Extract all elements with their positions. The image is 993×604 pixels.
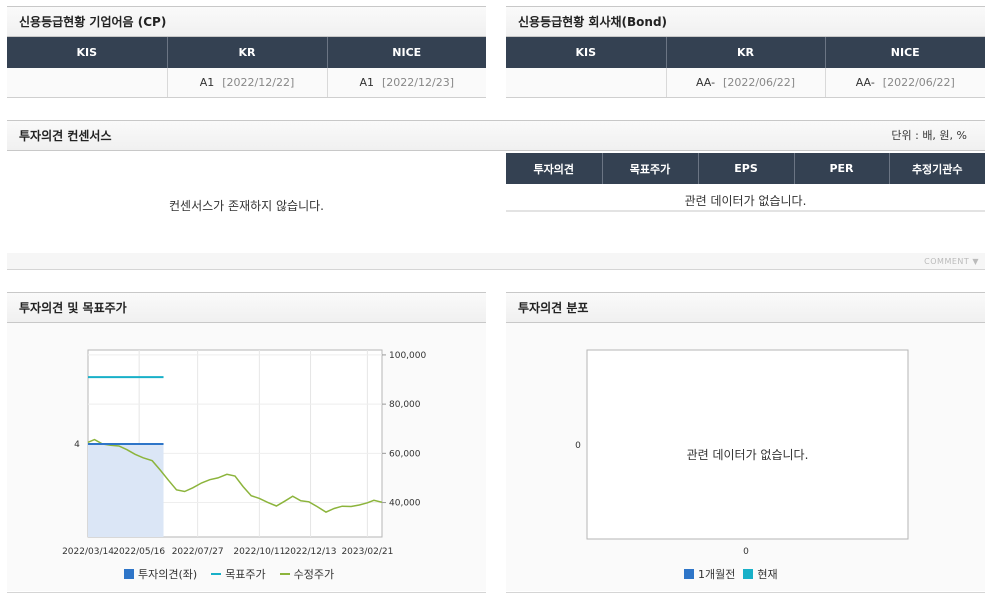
legend-item-adjusted-price[interactable]: 수정주가 xyxy=(279,566,335,582)
consensus-header-opinion: 투자의견 xyxy=(506,153,603,184)
bond-cell-kr: AA- [2022/06/22] xyxy=(666,68,826,98)
distribution-title-text: 투자의견 분포 xyxy=(518,301,589,315)
y-axis-right-labels: 100,000 80,000 60,000 40,000 xyxy=(382,351,426,509)
opinion-chart-title-text: 투자의견 및 목표주가 xyxy=(19,301,127,315)
consensus-header-eps: EPS xyxy=(698,153,795,184)
cp-header-kis: KIS xyxy=(7,37,168,68)
rating-date: [2022/12/22] xyxy=(222,75,295,89)
bond-rating-title-text: 신용등급현황 회사채(Bond) xyxy=(518,15,668,29)
consensus-title-text: 투자의견 컨센서스 xyxy=(19,129,112,143)
y-axis-right-tick: 60,000 xyxy=(389,449,421,459)
consensus-header-per: PER xyxy=(794,153,890,184)
legend-label: 현재 xyxy=(757,568,778,581)
unit-label: 단위 : 배, 원, % xyxy=(891,129,967,142)
x-axis-tick: 2022/03/14 xyxy=(62,547,114,557)
legend-swatch xyxy=(124,569,134,579)
distribution-no-data: 관련 데이터가 없습니다. xyxy=(686,448,809,462)
consensus-no-data: 관련 데이터가 없습니다. xyxy=(684,194,807,208)
rating-grade: AA- xyxy=(855,75,875,89)
legend-swatch xyxy=(684,569,694,579)
cp-rating-title: 신용등급현황 기업어음 (CP) xyxy=(7,6,486,37)
legend-item-opinion[interactable]: 투자의견(좌) xyxy=(124,566,197,582)
y-axis-right-tick: 100,000 xyxy=(389,351,426,361)
x-axis-tick: 2022/07/27 xyxy=(172,547,224,557)
consensus-divider xyxy=(506,210,985,212)
cp-rating-table: KIS KR NICE A1 [2022/12/22] A1 [2022/12/23… xyxy=(7,37,486,98)
bond-header-nice: NICE xyxy=(825,37,985,68)
consensus-title: 투자의견 컨센서스 단위 : 배, 원, % xyxy=(7,120,985,151)
bond-cell-nice: AA- [2022/06/22] xyxy=(825,68,985,98)
consensus-header-analyst-count: 추정기관수 xyxy=(889,153,985,184)
table-row: AA- [2022/06/22] AA- [2022/06/22] xyxy=(506,68,985,98)
rating-grade: A1 xyxy=(359,75,375,89)
bond-header-kr: KR xyxy=(666,37,826,68)
y-axis-right-tick: 40,000 xyxy=(389,499,421,509)
rating-grade: A1 xyxy=(199,75,215,89)
consensus-empty-message: 컨센서스가 존재하지 않습니다. xyxy=(169,199,324,213)
legend-label: 1개월전 xyxy=(698,568,736,581)
x-axis-labels: 2022/03/14 2022/05/16 2022/07/27 2022/10/11… xyxy=(62,547,393,557)
legend-label: 투자의견(좌) xyxy=(138,568,198,581)
consensus-header-target-price: 목표주가 xyxy=(602,153,699,184)
rating-date: [2022/06/22] xyxy=(882,75,955,89)
opinion-chart-bottom-rule xyxy=(7,592,486,593)
distribution-bottom-rule xyxy=(506,592,985,593)
opinion-area-fill xyxy=(88,444,164,537)
bond-rating-table: KIS KR NICE AA- [2022/06/22] AA- [2022/06/… xyxy=(506,37,985,98)
y-axis-left-tick: 4 xyxy=(74,440,80,450)
y-axis-tick: 0 xyxy=(575,441,581,451)
comment-toggle-button[interactable]: COMMENT ▼ xyxy=(924,257,979,266)
opinion-chart-title: 투자의견 및 목표주가 xyxy=(7,292,486,323)
y-axis-right-tick: 80,000 xyxy=(389,400,421,410)
table-row: A1 [2022/12/22] A1 [2022/12/23] xyxy=(7,68,486,98)
consensus-table: 투자의견 목표주가 EPS PER 추정기관수 xyxy=(506,153,985,184)
opinion-chart: 100,00080,00060,00040,000 4 2022/03/14 20… xyxy=(62,349,426,557)
comment-label: COMMENT xyxy=(924,257,970,266)
distribution-chart-legend: 1개월전 현재 xyxy=(684,566,778,582)
bond-cell-kis xyxy=(506,68,667,98)
cp-header-nice: NICE xyxy=(327,37,486,68)
legend-swatch xyxy=(279,573,290,575)
distribution-plot-area xyxy=(586,349,909,540)
x-axis-tick: 2022/12/13 xyxy=(285,547,337,557)
legend-swatch xyxy=(211,573,222,575)
bond-header-kis: KIS xyxy=(506,37,667,68)
x-axis-tick: 0 xyxy=(743,547,749,557)
legend-label: 수정주가 xyxy=(293,568,335,581)
x-axis-tick: 2022/05/16 xyxy=(113,547,165,557)
legend-item-current[interactable]: 현재 xyxy=(743,566,778,582)
cp-header-kr: KR xyxy=(167,37,328,68)
cp-rating-title-text: 신용등급현황 기업어음 (CP) xyxy=(19,15,167,29)
legend-item-month-ago[interactable]: 1개월전 xyxy=(684,566,735,582)
comment-bar xyxy=(7,253,985,269)
bond-rating-title: 신용등급현황 회사채(Bond) xyxy=(506,6,985,37)
legend-item-target-price[interactable]: 목표주가 xyxy=(211,566,266,582)
rating-grade: AA- xyxy=(695,75,716,89)
distribution-title: 투자의견 분포 xyxy=(506,292,985,323)
legend-label: 목표주가 xyxy=(225,568,266,581)
x-axis-tick: 2022/10/11 xyxy=(233,547,285,557)
opinion-chart-legend: 투자의견(좌) 목표주가 수정주가 xyxy=(124,566,334,582)
rating-date: [2022/12/23] xyxy=(382,75,454,89)
cp-cell-kr: A1 [2022/12/22] xyxy=(167,68,328,98)
legend-swatch xyxy=(743,569,754,579)
rating-date: [2022/06/22] xyxy=(723,75,796,89)
x-axis-tick: 2023/02/21 xyxy=(341,547,393,557)
cp-cell-kis xyxy=(7,68,168,98)
section-divider xyxy=(7,269,985,270)
cp-cell-nice: A1 [2022/12/23] xyxy=(327,68,486,98)
chevron-down-icon: ▼ xyxy=(972,257,979,266)
